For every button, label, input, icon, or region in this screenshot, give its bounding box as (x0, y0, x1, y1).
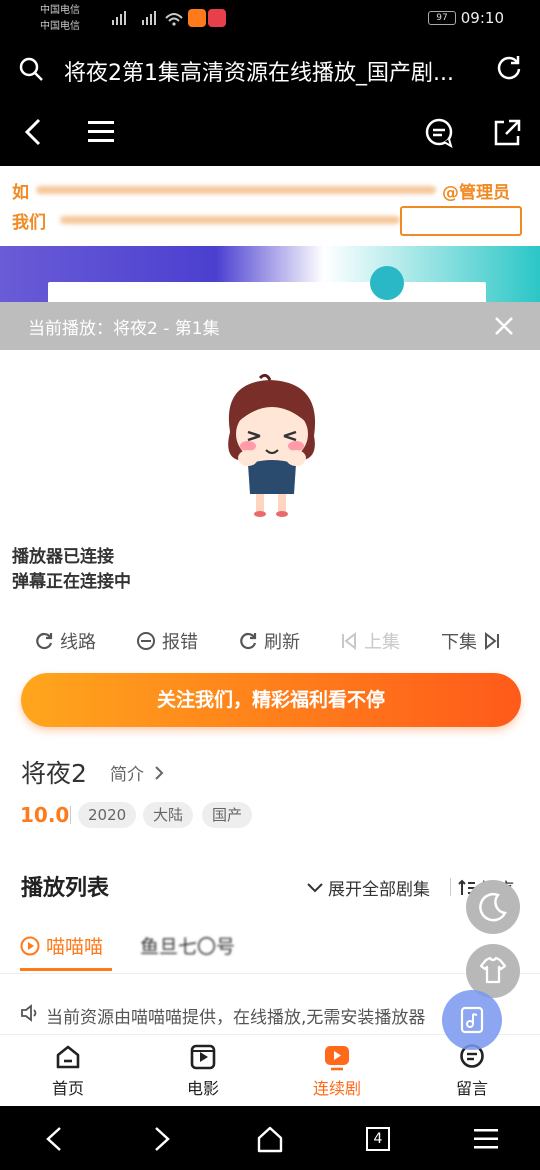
loading-mascot-image (228, 373, 316, 517)
tab-series[interactable]: 连续剧 (297, 1043, 377, 1099)
skip-next-icon (485, 632, 499, 650)
banner-obscured-text (36, 186, 436, 194)
browser-back-icon[interactable] (44, 1126, 64, 1152)
now-playing-text: 当前播放：将夜2 - 第1集 (28, 319, 220, 339)
search-icon[interactable] (18, 56, 44, 82)
banner-button-outline[interactable] (400, 206, 522, 236)
app-notification-icon-2 (208, 9, 226, 27)
player-status-connected: 播放器已连接 (12, 547, 114, 567)
tab-message[interactable]: 留言 (432, 1043, 512, 1099)
share-icon[interactable] (492, 118, 522, 148)
moon-icon (479, 892, 507, 922)
banner-obscured-text-2 (60, 216, 400, 224)
prev-episode-label: 上集 (364, 632, 400, 653)
prev-episode-button[interactable]: 上集 (340, 628, 400, 654)
notice-text: 当前资源由喵喵喵提供，在线播放,无需安装播放器 (46, 1008, 426, 1028)
browser-url-bar[interactable]: 将夜2第1集高清资源在线播放_国产剧... (0, 38, 540, 100)
next-episode-label: 下集 (441, 632, 477, 653)
playlist-divider (450, 878, 451, 896)
source-tab-active[interactable]: 喵喵喵 (20, 932, 103, 959)
tag-year[interactable]: 2020 (78, 802, 137, 828)
browser-menu-icon[interactable] (474, 1128, 498, 1150)
player-status-danmaku: 弹幕正在连接中 (12, 572, 131, 592)
banner-line2-left: 我们 (12, 213, 46, 233)
route-button[interactable]: 线路 (34, 628, 96, 654)
source-tab-other[interactable]: 鱼旦七〇号 (140, 932, 235, 959)
intro-label: 简介 (110, 765, 144, 785)
site-nav-bar (0, 100, 540, 166)
tab-message-label: 留言 (455, 1079, 488, 1098)
route-icon (36, 632, 53, 650)
refresh-label: 刷新 (264, 632, 300, 653)
tab-movie-label: 电影 (186, 1079, 219, 1098)
night-mode-button[interactable] (466, 880, 520, 934)
page-title[interactable]: 将夜2第1集高清资源在线播放_国产剧... (64, 55, 484, 87)
report-button[interactable]: 报错 (136, 628, 198, 654)
tab-movie[interactable]: 电影 (163, 1043, 243, 1099)
report-label: 报错 (162, 632, 198, 653)
signal-icons (112, 11, 183, 26)
close-icon[interactable] (494, 316, 514, 336)
player-controls: 线路 报错 刷新 上集 下集 (0, 618, 540, 664)
app-notification-icon (188, 9, 206, 27)
refresh-icon (240, 632, 257, 650)
battery-indicator: 97 (428, 11, 456, 25)
show-title: 将夜2 (21, 759, 87, 788)
music-button[interactable] (442, 990, 502, 1050)
refresh-button[interactable]: 刷新 (238, 628, 300, 654)
hero-circle (370, 266, 404, 300)
report-icon (137, 632, 155, 650)
score-divider (70, 806, 71, 824)
tab-home-label: 首页 (51, 1079, 84, 1098)
now-playing-bar: 当前播放：将夜2 - 第1集 (0, 302, 540, 350)
menu-icon[interactable] (88, 120, 114, 144)
chevron-right-icon (155, 766, 164, 780)
banner-line1-left: 如 (12, 183, 29, 203)
follow-us-button[interactable]: 关注我们，精彩福利看不停 (21, 673, 521, 727)
carrier-label-1: 中国电信 (40, 5, 80, 16)
reload-icon[interactable] (496, 55, 522, 81)
clock: 09:10 (460, 9, 504, 27)
comment-icon[interactable] (424, 118, 454, 148)
chevron-down-icon (307, 882, 323, 892)
tv-play-icon (325, 1046, 349, 1071)
expand-all-button[interactable]: 展开全部剧集 (306, 875, 430, 900)
source-tab-active-label: 喵喵喵 (46, 936, 104, 958)
browser-forward-icon[interactable] (152, 1126, 172, 1152)
tag-genre[interactable]: 国产 (202, 802, 253, 828)
route-label: 线路 (60, 632, 96, 653)
banner-line1-right: @管理员 (442, 183, 510, 203)
status-bar: 中国电信 中国电信 97 09:10 (0, 0, 540, 38)
tab-series-label: 连续剧 (312, 1079, 361, 1098)
next-episode-button[interactable]: 下集 (441, 628, 501, 654)
speaker-icon (21, 1004, 37, 1022)
show-score: 10.0 (20, 803, 70, 827)
music-note-icon (460, 1006, 484, 1034)
tag-region[interactable]: 大陆 (143, 802, 194, 828)
source-tabs: 喵喵喵 鱼旦七〇号 (0, 920, 540, 974)
tab-home[interactable]: 首页 (28, 1043, 108, 1099)
active-tab-underline (20, 968, 112, 971)
intro-link[interactable]: 简介 (110, 760, 165, 785)
film-icon (190, 1044, 216, 1070)
browser-home-icon[interactable] (256, 1125, 284, 1153)
home-icon (56, 1045, 80, 1069)
skip-previous-icon (342, 632, 356, 650)
announcement-banner: 如 @管理员 我们 (0, 166, 540, 246)
carrier-label-2: 中国电信 (40, 21, 80, 32)
video-player[interactable]: 播放器已连接 弹幕正在连接中 (0, 350, 540, 612)
system-nav-bar: 4 (0, 1106, 540, 1170)
hero-card (48, 282, 486, 302)
hero-image-strip (0, 246, 540, 302)
expand-all-label: 展开全部剧集 (328, 880, 430, 900)
tabs-count-button[interactable]: 4 (366, 1127, 390, 1151)
back-icon[interactable] (22, 118, 46, 146)
play-circle-icon (20, 936, 40, 955)
playlist-heading: 播放列表 (21, 876, 110, 901)
